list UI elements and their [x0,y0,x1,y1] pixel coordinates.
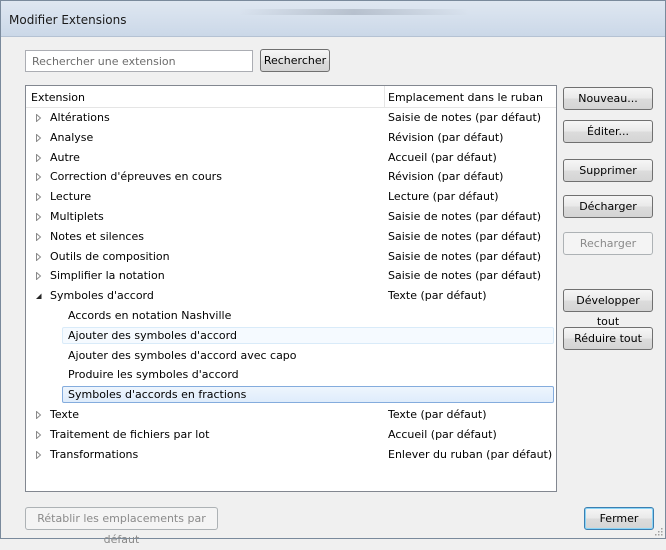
ribbon-location: Lecture (par défaut) [388,190,499,204]
extension-group-name: Symboles d'accord [50,289,154,303]
close-button[interactable]: Fermer [584,507,654,530]
ribbon-location: Saisie de notes (par défaut) [388,229,542,243]
triangle-right-icon[interactable] [35,410,42,419]
extension-row[interactable]: Produire les symboles d'accord [26,365,556,385]
resize-grip-icon[interactable] [653,526,663,536]
ribbon-location: Accueil (par défaut) [388,150,497,164]
ribbon-location: Révision (par défaut) [388,130,504,144]
triangle-right-icon[interactable] [35,450,42,459]
triangle-right-icon[interactable] [35,212,42,221]
extension-row[interactable]: Accords en notation Nashville [26,306,556,326]
extension-group-name: Texte [50,407,80,421]
dialog-window: Modifier Extensions Rechercher Extension… [0,0,666,546]
extension-group-name: Notes et silences [50,229,144,243]
ribbon-location: Révision (par défaut) [388,170,504,184]
extension-group-row[interactable]: Analyse Révision (par défaut) [26,128,556,148]
extension-name: Ajouter des symboles d'accord avec capo [68,348,297,362]
search-button[interactable]: Rechercher [260,49,330,72]
extension-name: Accords en notation Nashville [68,308,232,322]
extension-group-name: Lecture [50,190,92,204]
extension-group-row[interactable]: Lecture Lecture (par défaut) [26,187,556,207]
new-button[interactable]: Nouveau... [563,87,653,110]
list-rows: Altérations Saisie de notes (par défaut) A… [26,108,556,464]
extension-name: Symboles d'accords en fractions [68,388,247,402]
extension-group-row[interactable]: Notes et silences Saisie de notes (par dé… [26,227,556,247]
triangle-right-icon[interactable] [35,430,42,439]
ribbon-location: Accueil (par défaut) [388,427,497,441]
extension-group-name: Altérations [50,111,110,124]
extension-row[interactable]: Ajouter des symboles d'accord [26,326,556,346]
extension-group-row[interactable]: Simplifier la notation Saisie de notes (p… [26,266,556,286]
triangle-right-icon[interactable] [35,114,42,122]
reset-locations-button[interactable]: Rétablir les emplacements par défaut [25,507,218,546]
ribbon-location: Saisie de notes (par défaut) [388,269,542,283]
extension-group-row[interactable]: Altérations Saisie de notes (par défaut) [26,108,556,128]
extension-name: Ajouter des symboles d'accord [68,328,237,342]
extensions-list[interactable]: Extension Emplacement dans le ruban Alté… [25,85,557,492]
triangle-right-icon[interactable] [35,133,42,142]
window-title: Modifier Extensions [9,13,127,27]
extension-row[interactable]: Symboles d'accords en fractions [26,385,556,405]
triangle-right-icon[interactable] [35,252,42,261]
extension-group-name: Traitement de fichiers par lot [50,427,210,441]
ribbon-location: Saisie de notes (par défaut) [388,111,542,124]
triangle-right-icon[interactable] [35,173,42,182]
triangle-right-icon[interactable] [35,272,42,281]
triangle-down-icon[interactable] [35,292,42,300]
extension-group-row[interactable]: Texte Texte (par défaut) [26,405,556,425]
search-input[interactable] [25,50,253,72]
triangle-right-icon[interactable] [35,153,42,162]
extension-group-row[interactable]: Autre Accueil (par défaut) [26,148,556,168]
extension-group-row[interactable]: Traitement de fichiers par lot Accueil (p… [26,425,556,445]
column-header-location[interactable]: Emplacement dans le ruban [388,91,543,104]
extension-group-name: Analyse [50,130,94,144]
extension-group-name: Transformations [50,447,139,461]
extension-group-row[interactable]: Multiplets Saisie de notes (par défaut) [26,207,556,227]
extension-row[interactable]: Ajouter des symboles d'accord avec capo [26,346,556,366]
list-header: Extension Emplacement dans le ruban [26,86,556,108]
extension-group-row[interactable]: Transformations Enlever du ruban (par déf… [26,445,556,465]
extension-name: Produire les symboles d'accord [68,368,239,382]
delete-button[interactable]: Supprimer [563,159,653,182]
expand-all-button[interactable]: Développer tout [563,289,653,328]
unload-button[interactable]: Décharger [563,195,653,218]
extension-group-name: Autre [50,150,80,164]
edit-button[interactable]: Éditer... [563,120,653,143]
triangle-right-icon[interactable] [35,193,42,202]
ribbon-location: Texte (par défaut) [388,407,487,421]
ribbon-location: Saisie de notes (par défaut) [388,209,542,223]
ribbon-location: Saisie de notes (par défaut) [388,249,542,263]
title-bar-decoration [239,9,469,15]
ribbon-location: Enlever du ruban (par défaut) [388,447,553,461]
extension-group-name: Correction d'épreuves en cours [50,170,222,184]
reload-button[interactable]: Recharger [563,232,653,255]
triangle-right-icon[interactable] [35,232,42,241]
column-divider[interactable] [384,86,385,108]
extension-group-name: Outils de composition [50,249,170,263]
collapse-all-button[interactable]: Réduire tout [563,327,653,350]
ribbon-location: Texte (par défaut) [388,289,487,303]
extension-group-row[interactable]: Symboles d'accord Texte (par défaut) [26,286,556,306]
extension-group-row[interactable]: Outils de composition Saisie de notes (pa… [26,247,556,267]
column-header-extension[interactable]: Extension [31,91,85,104]
title-bar[interactable]: Modifier Extensions [1,1,665,37]
extension-group-name: Multiplets [50,209,104,223]
extension-group-name: Simplifier la notation [50,269,165,283]
extension-group-row[interactable]: Correction d'épreuves en cours Révision (… [26,167,556,187]
